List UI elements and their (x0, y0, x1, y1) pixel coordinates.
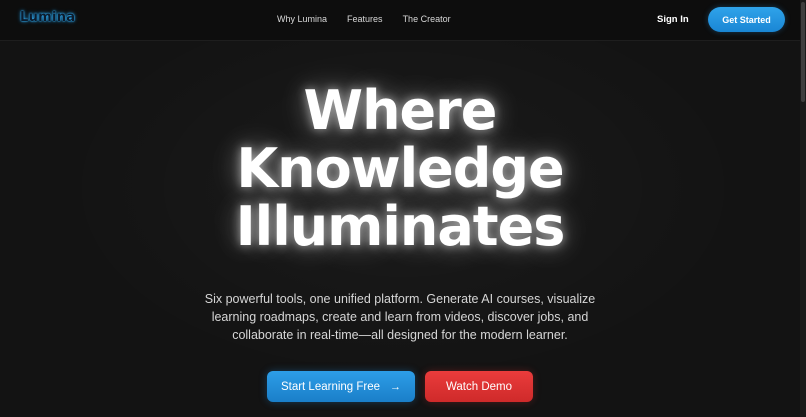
get-started-button[interactable]: Get Started (708, 7, 785, 32)
watch-demo-button[interactable]: Watch Demo (425, 371, 533, 402)
hero-title: Where Knowledge Illuminates (0, 82, 800, 256)
nav-link-why-lumina[interactable]: Why Lumina (277, 14, 327, 24)
page-scrollbar[interactable] (800, 0, 806, 417)
hero-title-line-3: Illuminates (235, 195, 566, 258)
sign-in-link[interactable]: Sign In (657, 14, 689, 25)
hero-title-line-2: Knowledge (236, 137, 564, 200)
hero-title-line-1: Where (303, 79, 498, 142)
nav-links: Why Lumina Features The Creator (277, 14, 471, 24)
start-learning-button[interactable]: Start Learning Free → (267, 371, 415, 402)
start-learning-label: Start Learning Free (280, 380, 381, 393)
watch-demo-label: Watch Demo (445, 380, 513, 393)
hero-description: Six powerful tools, one unified platform… (204, 292, 596, 342)
nav-link-features[interactable]: Features (347, 14, 383, 24)
landing-page: Lumina Why Lumina Features The Creator S… (0, 0, 806, 417)
arrow-right-icon: → (390, 380, 402, 393)
lumina-logo[interactable]: Lumina (20, 10, 75, 25)
top-navbar: Lumina Why Lumina Features The Creator S… (0, 0, 800, 41)
scrollbar-thumb[interactable] (801, 2, 805, 102)
nav-link-the-creator[interactable]: The Creator (403, 14, 451, 24)
